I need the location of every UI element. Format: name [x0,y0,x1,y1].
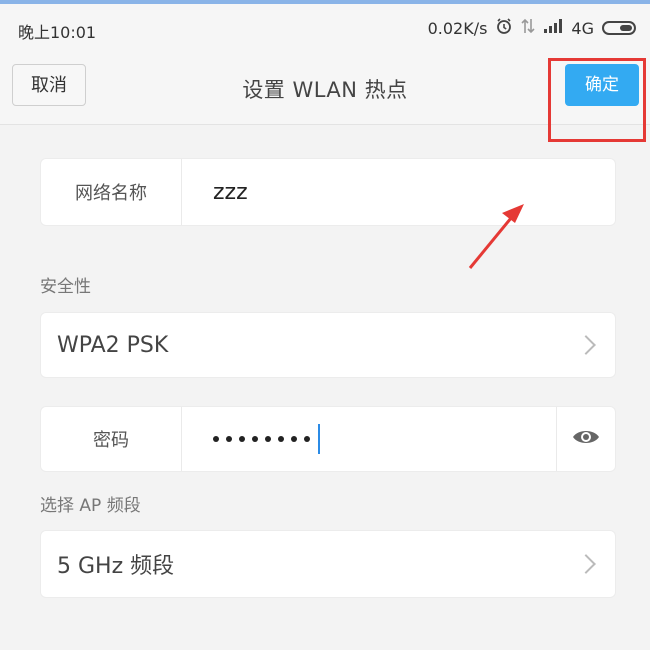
password-input[interactable] [213,407,320,471]
signal-icon [543,18,563,38]
security-value: WPA2 PSK [57,332,169,358]
show-password-eye-icon[interactable] [571,427,601,451]
data-transfer-icon [521,17,535,39]
highlight-box [548,58,646,142]
band-section-label: 选择 AP 频段 [40,496,141,516]
security-section-label: 安全性 [40,277,91,297]
status-bar: 晚上10:01 0.02K/s 4G [0,4,650,50]
chevron-right-icon [576,554,596,574]
password-label: 密码 [93,430,129,451]
network-name-label: 网络名称 [75,183,147,204]
network-name-input[interactable]: zzz [213,159,248,225]
band-value: 5 GHz 频段 [57,554,175,579]
password-mask [213,436,310,442]
security-row[interactable]: WPA2 PSK [40,312,616,378]
chevron-right-icon [576,335,596,355]
status-time: 晚上10:01 [18,23,97,42]
network-speed: 0.02K/s [427,18,488,38]
battery-icon [602,21,636,35]
band-row[interactable]: 5 GHz 频段 [40,530,616,598]
row-divider [181,159,182,225]
password-row[interactable]: 密码 [40,406,616,472]
network-name-row[interactable]: 网络名称 zzz [40,158,616,226]
network-type: 4G [571,18,594,38]
row-divider [556,407,557,471]
status-right: 0.02K/s 4G [428,17,636,39]
alarm-icon [495,17,513,39]
row-divider [181,407,182,471]
text-caret [318,424,320,454]
